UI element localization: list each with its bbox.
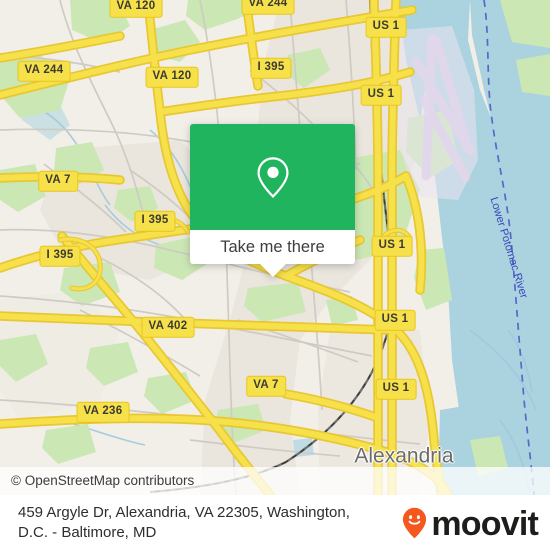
address-line-1: 459 Argyle Dr, Alexandria, VA 22305, Was…: [18, 503, 350, 521]
map-canvas[interactable]: VA 120 VA 244 US 1 VA 244 VA 120 I 395 U…: [0, 0, 550, 495]
osm-attribution-text: © OpenStreetMap contributors: [11, 473, 195, 489]
road-shield: US 1: [360, 84, 402, 106]
road-shield: US 1: [374, 309, 416, 331]
road-shield: VA 120: [145, 66, 199, 88]
place-label-alexandria: Alexandria: [354, 444, 454, 468]
road-shield: I 395: [250, 57, 292, 79]
road-shield: VA 402: [141, 316, 195, 338]
moovit-logo[interactable]: moovit: [402, 504, 539, 543]
moovit-wordmark: moovit: [431, 504, 538, 543]
take-me-there-label: Take me there: [220, 237, 325, 256]
footer-bar: 459 Argyle Dr, Alexandria, VA 22305, Was…: [0, 495, 550, 550]
road-shield: I 395: [39, 245, 81, 267]
screenshot-root: VA 120 VA 244 US 1 VA 244 VA 120 I 395 U…: [0, 0, 550, 550]
callout-icon-area: [190, 124, 355, 230]
road-shield: I 395: [134, 210, 176, 232]
road-shield: VA 7: [38, 170, 78, 192]
road-shield: VA 120: [109, 0, 163, 18]
osm-attribution-bar: © OpenStreetMap contributors: [0, 467, 550, 495]
location-pin-icon: [256, 157, 289, 198]
take-me-there-button[interactable]: Take me there: [190, 230, 355, 277]
road-shield: VA 236: [76, 401, 130, 423]
callout-tail: [259, 264, 286, 277]
road-shield: VA 244: [17, 60, 71, 82]
road-shield: VA 7: [246, 375, 286, 397]
road-shield: US 1: [375, 378, 417, 400]
moovit-smiley-pin-icon: [403, 507, 427, 538]
road-shield: US 1: [365, 16, 407, 38]
take-me-there-callout[interactable]: Take me there: [190, 124, 355, 277]
road-shield: US 1: [371, 235, 413, 257]
road-shield: VA 244: [241, 0, 295, 15]
address-line-2: D.C. - Baltimore, MD: [18, 523, 157, 541]
address-block: 459 Argyle Dr, Alexandria, VA 22305, Was…: [18, 503, 402, 543]
